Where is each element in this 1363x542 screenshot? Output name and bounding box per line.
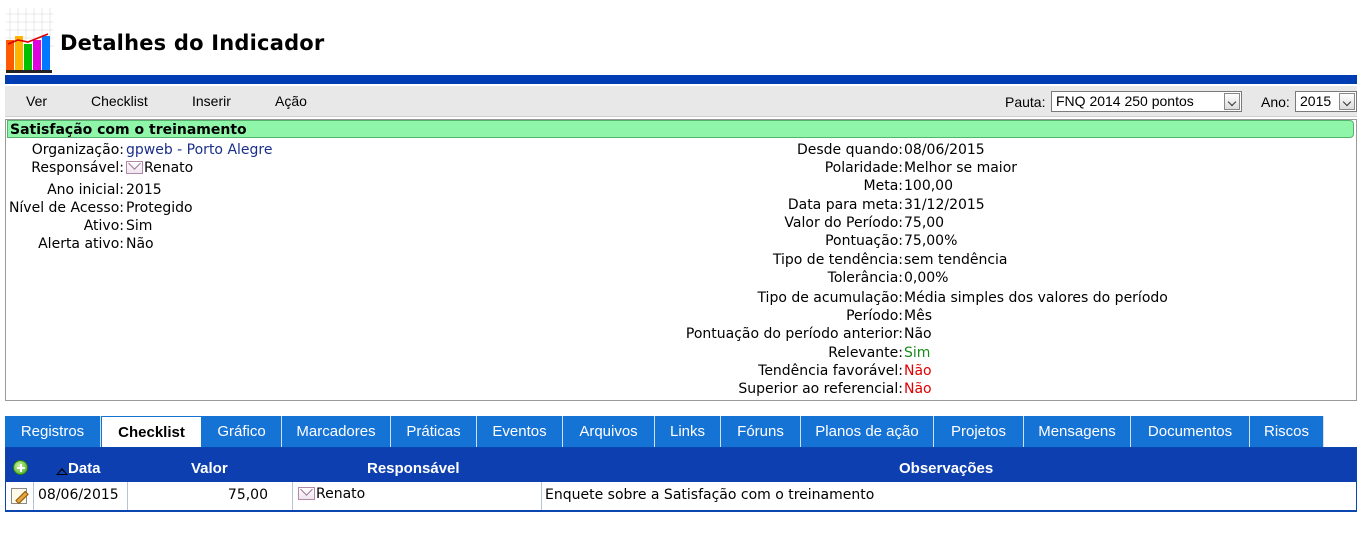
detail-value: 75,00 bbox=[904, 215, 945, 231]
detail-value: 100,00 bbox=[904, 178, 953, 194]
pauta-select-value: FNQ 2014 250 pontos bbox=[1056, 93, 1194, 109]
tab-registros[interactable]: Registros bbox=[5, 416, 101, 447]
cell-responsavel[interactable]: Renato bbox=[293, 482, 542, 510]
detail-row: Data para meta: 31/12/2015 bbox=[6, 197, 1346, 215]
cell-observacoes: Enquete sobre a Satisfação com o treinam… bbox=[545, 487, 875, 503]
cell-data: 08/06/2015 bbox=[34, 482, 128, 510]
tab-riscos[interactable]: Riscos bbox=[1250, 416, 1324, 447]
tab-praticas[interactable]: Práticas bbox=[391, 416, 477, 447]
tab-projetos[interactable]: Projetos bbox=[934, 416, 1024, 447]
detail-value: Mês bbox=[904, 308, 932, 324]
mail-icon[interactable] bbox=[298, 487, 315, 500]
detail-row: Tendência favorável: Não bbox=[6, 363, 1346, 381]
tab-eventos[interactable]: Eventos bbox=[477, 416, 563, 447]
detail-row: Valor do Período: 75,00 bbox=[6, 215, 1346, 233]
tab-marcadores[interactable]: Marcadores bbox=[282, 416, 391, 447]
column-header-data[interactable]: Data bbox=[68, 460, 101, 477]
checklist-table: Data Valor Responsável Observações 08/06… bbox=[5, 447, 1357, 512]
cell-valor: 75,00 bbox=[128, 482, 293, 510]
detail-value: 75,00% bbox=[904, 233, 958, 249]
detail-row: Relevante: Sim bbox=[6, 345, 1346, 363]
favorable-trend-value: Não bbox=[904, 363, 932, 379]
detail-label: Período: bbox=[846, 308, 903, 324]
menu-bar: Ver Checklist Inserir Ação Pauta: FNQ 20… bbox=[5, 86, 1357, 117]
menu-acao[interactable]: Ação bbox=[275, 93, 307, 109]
detail-label: Valor do Período: bbox=[784, 215, 903, 231]
detail-label: Desde quando: bbox=[796, 142, 903, 158]
indicator-name: Satisfação com o treinamento bbox=[7, 120, 1354, 138]
detail-row: Tipo de acumulação: Média simples dos va… bbox=[6, 290, 1346, 308]
add-icon[interactable] bbox=[13, 460, 28, 475]
column-header-valor[interactable]: Valor bbox=[191, 460, 228, 477]
tab-planos-de-acao[interactable]: Planos de ação bbox=[801, 416, 934, 447]
detail-label: Tendência favorável: bbox=[758, 363, 903, 379]
detail-row: Tipo de tendência: sem tendência bbox=[6, 252, 1346, 270]
detail-label: Tipo de acumulação: bbox=[757, 290, 903, 306]
detail-row: Pontuação do período anterior: Não bbox=[6, 326, 1346, 344]
tab-documentos[interactable]: Documentos bbox=[1131, 416, 1250, 447]
menu-checklist[interactable]: Checklist bbox=[91, 93, 148, 109]
detail-value: Melhor se maior bbox=[904, 160, 1018, 176]
detail-label: Meta: bbox=[863, 178, 903, 194]
detail-label: Polaridade: bbox=[824, 160, 903, 176]
chevron-down-icon bbox=[1339, 93, 1355, 110]
pauta-select[interactable]: FNQ 2014 250 pontos bbox=[1051, 91, 1242, 112]
tab-mensagens[interactable]: Mensagens bbox=[1024, 416, 1131, 447]
detail-value: 0,00% bbox=[904, 270, 949, 286]
detail-label: Data para meta: bbox=[787, 197, 903, 213]
page-header: Detalhes do Indicador bbox=[0, 0, 1363, 76]
detail-row: Superior ao referencial: Não bbox=[6, 381, 1346, 399]
detail-label: Tolerância: bbox=[827, 270, 903, 286]
menu-ver[interactable]: Ver bbox=[26, 93, 47, 109]
detail-value: 31/12/2015 bbox=[904, 197, 985, 213]
table-header: Data Valor Responsável Observações bbox=[6, 448, 1356, 482]
tab-foruns[interactable]: Fóruns bbox=[721, 416, 801, 447]
detail-row: Pontuação: 75,00% bbox=[6, 233, 1346, 251]
edit-cell bbox=[6, 482, 34, 510]
header-divider bbox=[5, 75, 1357, 84]
detail-value: Não bbox=[904, 326, 932, 342]
cell-responsavel-name: Renato bbox=[316, 486, 366, 502]
relevant-value: Sim bbox=[904, 345, 931, 361]
detail-value: sem tendência bbox=[904, 252, 1008, 268]
column-header-responsavel[interactable]: Responsável bbox=[367, 460, 460, 477]
indicator-details-panel: Satisfação com o treinamento Organização… bbox=[5, 119, 1357, 401]
tab-links[interactable]: Links bbox=[655, 416, 721, 447]
detail-row: Período: Mês bbox=[6, 308, 1346, 326]
ano-label: Ano: bbox=[1261, 94, 1290, 110]
page-title: Detalhes do Indicador bbox=[60, 31, 325, 55]
detail-row: Tolerância: 0,00% bbox=[6, 270, 1346, 288]
tab-arquivos[interactable]: Arquivos bbox=[563, 416, 655, 447]
tab-checklist[interactable]: Checklist bbox=[101, 416, 202, 448]
chevron-down-icon bbox=[1224, 93, 1240, 110]
detail-label: Tipo de tendência: bbox=[772, 252, 903, 268]
menu-inserir[interactable]: Inserir bbox=[192, 93, 231, 109]
bar-chart-logo-icon bbox=[4, 4, 58, 74]
ano-select-value: 2015 bbox=[1300, 93, 1332, 109]
column-header-observacoes[interactable]: Observações bbox=[899, 460, 993, 477]
detail-label: Superior ao referencial: bbox=[738, 381, 903, 397]
detail-label: Pontuação do período anterior: bbox=[685, 326, 903, 342]
detail-row: Polaridade: Melhor se maior bbox=[6, 160, 1346, 178]
pauta-label: Pauta: bbox=[1005, 94, 1046, 110]
edit-icon[interactable] bbox=[11, 488, 27, 504]
detail-label: Pontuação: bbox=[825, 233, 903, 249]
detail-row: Meta: 100,00 bbox=[6, 178, 1346, 196]
table-row: 08/06/2015 75,00 Renato Enquete sobre a … bbox=[6, 482, 1356, 510]
above-reference-value: Não bbox=[904, 381, 932, 397]
tab-grafico[interactable]: Gráfico bbox=[202, 416, 282, 447]
detail-value: 08/06/2015 bbox=[904, 142, 985, 158]
detail-value: Média simples dos valores do período bbox=[904, 290, 1168, 306]
detail-row: Desde quando: 08/06/2015 bbox=[6, 142, 1346, 160]
detail-label: Relevante: bbox=[828, 345, 903, 361]
sort-asc-icon[interactable] bbox=[56, 468, 68, 475]
ano-select[interactable]: 2015 bbox=[1295, 91, 1357, 112]
